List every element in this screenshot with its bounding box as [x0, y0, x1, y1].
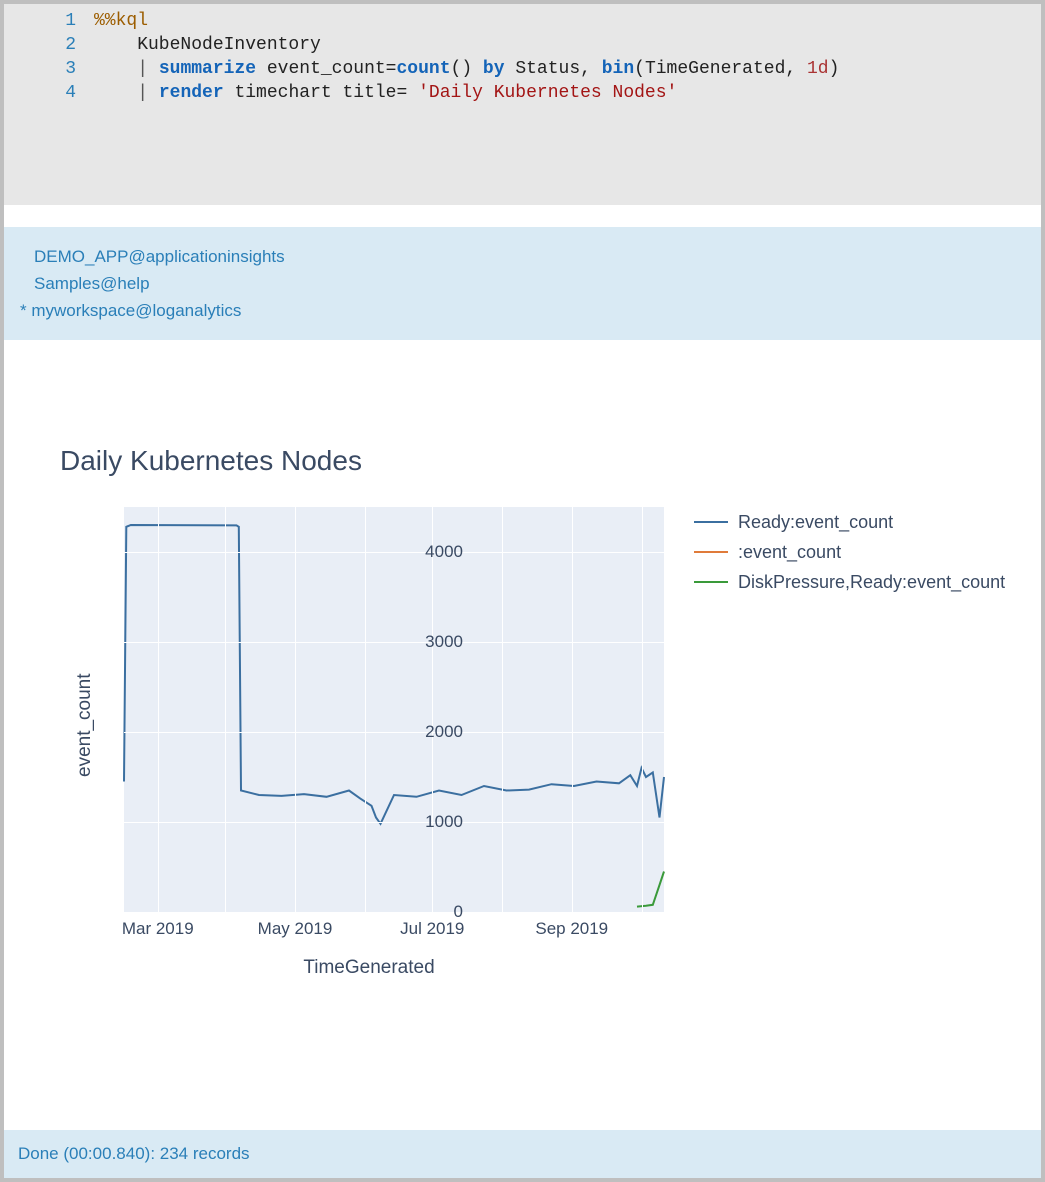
legend-swatch: [694, 521, 728, 523]
y-tick: 2000: [403, 722, 463, 742]
data-source-item[interactable]: Samples@help: [20, 270, 1025, 297]
line-number: 2: [4, 33, 94, 57]
line-number: 1: [4, 9, 94, 33]
status-bar: Done (00:00.840): 234 records: [4, 1130, 1041, 1178]
line-number: 3: [4, 57, 94, 81]
x-tick: Jul 2019: [400, 919, 464, 939]
legend-label: :event_count: [738, 542, 841, 563]
legend-item[interactable]: Ready:event_count: [694, 507, 1005, 537]
code-line[interactable]: 2 KubeNodeInventory: [4, 33, 1041, 57]
x-axis-label: TimeGenerated: [99, 957, 639, 979]
chart-legend[interactable]: Ready:event_count :event_count DiskPressur…: [694, 507, 1005, 597]
x-tick: May 2019: [258, 919, 333, 939]
chart-plot-area[interactable]: [124, 507, 664, 912]
series-line[interactable]: [124, 525, 664, 824]
legend-item[interactable]: DiskPressure,Ready:event_count: [694, 567, 1005, 597]
legend-swatch: [694, 581, 728, 583]
code-line[interactable]: 1%%kql: [4, 9, 1041, 33]
legend-label: Ready:event_count: [738, 512, 893, 533]
data-sources-panel: DEMO_APP@applicationinsightsSamples@help…: [4, 227, 1041, 340]
code-line[interactable]: 3 | summarize event_count=count() by Sta…: [4, 57, 1041, 81]
y-tick: 1000: [403, 812, 463, 832]
data-source-item[interactable]: myworkspace@loganalytics: [20, 297, 1025, 324]
code-cell[interactable]: 1%%kql2 KubeNodeInventory3 | summarize e…: [4, 4, 1041, 205]
legend-item[interactable]: :event_count: [694, 537, 1005, 567]
y-tick: 3000: [403, 632, 463, 652]
data-source-item[interactable]: DEMO_APP@applicationinsights: [20, 243, 1025, 270]
line-number: 4: [4, 81, 94, 105]
chart-title: Daily Kubernetes Nodes: [60, 445, 1011, 477]
y-tick: 4000: [403, 542, 463, 562]
code-line[interactable]: 4 | render timechart title= 'Daily Kuber…: [4, 81, 1041, 105]
x-tick: Mar 2019: [122, 919, 194, 939]
status-text: Done (00:00.840): 234 records: [18, 1144, 250, 1163]
legend-label: DiskPressure,Ready:event_count: [738, 572, 1005, 593]
y-axis-label: event_count: [74, 673, 96, 777]
chart-output: Daily Kubernetes Nodes event_count Ready…: [4, 340, 1041, 1020]
x-tick: Sep 2019: [535, 919, 608, 939]
legend-swatch: [694, 551, 728, 553]
